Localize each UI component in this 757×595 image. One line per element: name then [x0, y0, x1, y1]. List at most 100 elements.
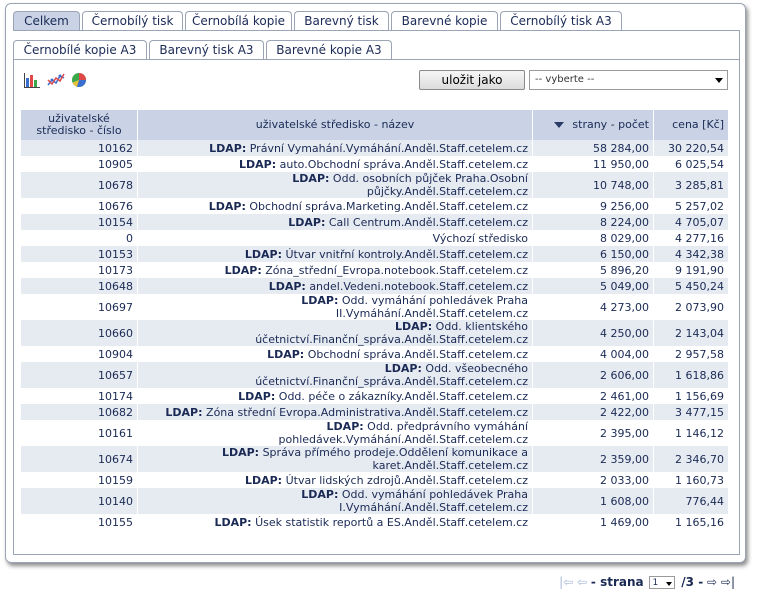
ldap-prefix: LDAP:	[244, 247, 282, 261]
save-as-button[interactable]: uložit jako	[419, 70, 525, 90]
cell-id: 10682	[21, 404, 138, 420]
table-row: 10173 LDAP: Zóna_střední_Evropa.notebook.…	[21, 262, 728, 278]
column-header-name[interactable]: uživatelské středisko - název	[137, 110, 533, 140]
pager-total: /3 -	[681, 575, 704, 589]
cell-name: LDAP: andel.Vedeni.notebook.Staff.cetele…	[137, 278, 533, 294]
center-name: Odd. vymáhání pohledávek Praha II.Vymáhá…	[335, 294, 528, 320]
cell-pages: 58 284,00	[532, 140, 654, 156]
cell-id: 10657	[21, 362, 138, 388]
last-page-icon[interactable]: ⇨|	[721, 575, 735, 589]
column-header-price[interactable]: cena [Kč]	[653, 110, 728, 140]
table-row: 10674 LDAP: Správa přímého prodeje.Odděle…	[21, 446, 728, 472]
center-name: Obchodní správa.Anděl.Staff.cetelem.cz	[307, 347, 528, 361]
center-name: Útvar lidských zdrojů.Anděl.Staff.cetele…	[285, 473, 528, 487]
ldap-prefix: LDAP:	[224, 263, 262, 277]
table-row: 10153 LDAP: Útvar vnitřní kontroly.Anděl.…	[21, 246, 728, 262]
tab-cernobile-kopie-a3[interactable]: Černobílé kopie A3	[13, 40, 147, 59]
cell-price: 30 220,54	[653, 140, 728, 156]
cell-pages: 6 150,00	[532, 246, 654, 262]
cell-pages: 1 469,00	[532, 514, 654, 530]
pie-chart-icon[interactable]	[70, 71, 88, 89]
tab-barevny-tisk[interactable]: Barevný tisk	[294, 11, 389, 30]
cell-id: 10676	[21, 198, 138, 214]
cell-price: 3 285,81	[653, 172, 728, 198]
cell-pages: 9 256,00	[532, 198, 654, 214]
tab-barevny-tisk-a3[interactable]: Barevný tisk A3	[149, 40, 264, 59]
cell-id: 10674	[21, 446, 138, 472]
column-header-pages-label: strany - počet	[572, 118, 649, 131]
cell-id: 10173	[21, 262, 138, 278]
tab-barevne-kopie-a3[interactable]: Barevné kopie A3	[266, 40, 392, 59]
cell-pages: 8 224,00	[532, 214, 654, 230]
cell-price: 5 257,02	[653, 198, 728, 214]
center-name: Obchodní správa.Marketing.Anděl.Staff.ce…	[249, 199, 528, 213]
table-row: 10155 LDAP: Úsek statistik reportů a ES.A…	[21, 514, 728, 530]
tab-cernobily-tisk[interactable]: Černobílý tisk	[82, 11, 183, 30]
cell-pages: 2 606,00	[532, 362, 654, 388]
export-format-value: -- vyberte --	[535, 74, 595, 85]
cell-pages: 2 033,00	[532, 472, 654, 488]
center-name: Odd. vymáhání pohledávek Praha I.Vymáhán…	[339, 488, 528, 514]
page-select[interactable]: 1	[649, 576, 676, 589]
cell-name: LDAP: Právní Vymahání.Vymáhání.Anděl.Sta…	[137, 140, 533, 156]
table-row: 10657 LDAP: Odd. všeobecného účetnictví.F…	[21, 362, 728, 388]
cell-id: 10904	[21, 346, 138, 362]
cell-name: LDAP: Odd. vymáhání pohledávek Praha I.V…	[137, 488, 533, 514]
table-row: 10697 LDAP: Odd. vymáhání pohledávek Prah…	[21, 294, 728, 320]
ldap-prefix: LDAP:	[326, 420, 364, 433]
tab-celkem[interactable]: Celkem	[13, 11, 80, 30]
prev-page-icon[interactable]: ⇦	[577, 575, 587, 589]
cell-id: 0	[21, 230, 138, 246]
next-page-icon[interactable]: ⇨	[707, 575, 717, 589]
tab-cernobila-kopie[interactable]: Černobílá kopie	[185, 11, 292, 30]
cell-name: Výchozí středisko	[137, 230, 533, 246]
center-name: Zóna_střední_Evropa.notebook.Staff.cetel…	[265, 263, 528, 277]
cell-pages: 5 896,20	[532, 262, 654, 278]
ldap-prefix: LDAP:	[292, 172, 330, 185]
column-header-pages[interactable]: strany - počet	[532, 110, 654, 140]
cell-id: 10161	[21, 420, 138, 446]
tab-cernobily-tisk-a3[interactable]: Černobílý tisk A3	[500, 11, 622, 30]
cell-price: 2 073,90	[653, 294, 728, 320]
ldap-prefix: LDAP:	[384, 362, 422, 375]
line-chart-icon[interactable]	[47, 71, 65, 89]
center-name: Odd. předprávního vymáhání pohledávek.Vy…	[278, 420, 528, 446]
bar-chart-icon[interactable]	[23, 71, 41, 89]
cell-price: 1 618,86	[653, 362, 728, 388]
ldap-prefix: LDAP:	[214, 515, 252, 529]
center-name: Správa přímého prodeje.Oddělení komunika…	[262, 446, 528, 472]
cell-name: LDAP: Odd. osobních půjček Praha.Osobní …	[137, 172, 533, 198]
cell-price: 2 957,58	[653, 346, 728, 362]
cell-price: 9 191,90	[653, 262, 728, 278]
table-row: 10159 LDAP: Útvar lidských zdrojů.Anděl.S…	[21, 472, 728, 488]
ldap-prefix: LDAP:	[208, 199, 246, 213]
cell-id: 10154	[21, 214, 138, 230]
cell-id: 10140	[21, 488, 138, 514]
pager-label: - strana	[590, 575, 644, 589]
column-header-id[interactable]: uživatelské středisko - číslo	[21, 110, 138, 140]
center-name: Odd. klientského účetnictví.Finanční_spr…	[255, 320, 528, 346]
table-row: 10682 LDAP: Zóna střední Evropa.Administr…	[21, 404, 728, 420]
cell-name: LDAP: Odd. všeobecného účetnictví.Finanč…	[137, 362, 533, 388]
ldap-prefix: LDAP:	[238, 389, 276, 403]
ldap-prefix: LDAP:	[244, 473, 283, 487]
cell-price: 2 143,04	[653, 320, 728, 346]
export-format-select[interactable]: -- vyberte --	[529, 70, 728, 90]
tab-barevne-kopie[interactable]: Barevné kopie	[391, 11, 498, 30]
cell-name: LDAP: Úsek statistik reportů a ES.Anděl.…	[137, 514, 533, 530]
cell-price: 5 450,24	[653, 278, 728, 294]
cell-price: 2 346,70	[653, 446, 728, 472]
cell-name: LDAP: Obchodní správa.Anděl.Staff.cetele…	[137, 346, 533, 362]
table-row: 10660 LDAP: Odd. klientského účetnictví.F…	[21, 320, 728, 346]
cell-pages: 11 950,00	[532, 156, 654, 172]
cell-price: 4 277,16	[653, 230, 728, 246]
first-page-icon[interactable]: |⇦	[559, 575, 573, 589]
ldap-prefix: LDAP:	[209, 141, 247, 155]
cell-price: 3 477,15	[653, 404, 728, 420]
cell-price: 4 342,38	[653, 246, 728, 262]
table-row: 10174 LDAP: Odd. péče o zákazníky.Anděl.S…	[21, 388, 728, 404]
cell-name: LDAP: Útvar lidských zdrojů.Anděl.Staff.…	[137, 472, 533, 488]
cell-price: 4 705,07	[653, 214, 728, 230]
cell-name: LDAP: Zóna_střední_Evropa.notebook.Staff…	[137, 262, 533, 278]
cell-pages: 2 395,00	[532, 420, 654, 446]
